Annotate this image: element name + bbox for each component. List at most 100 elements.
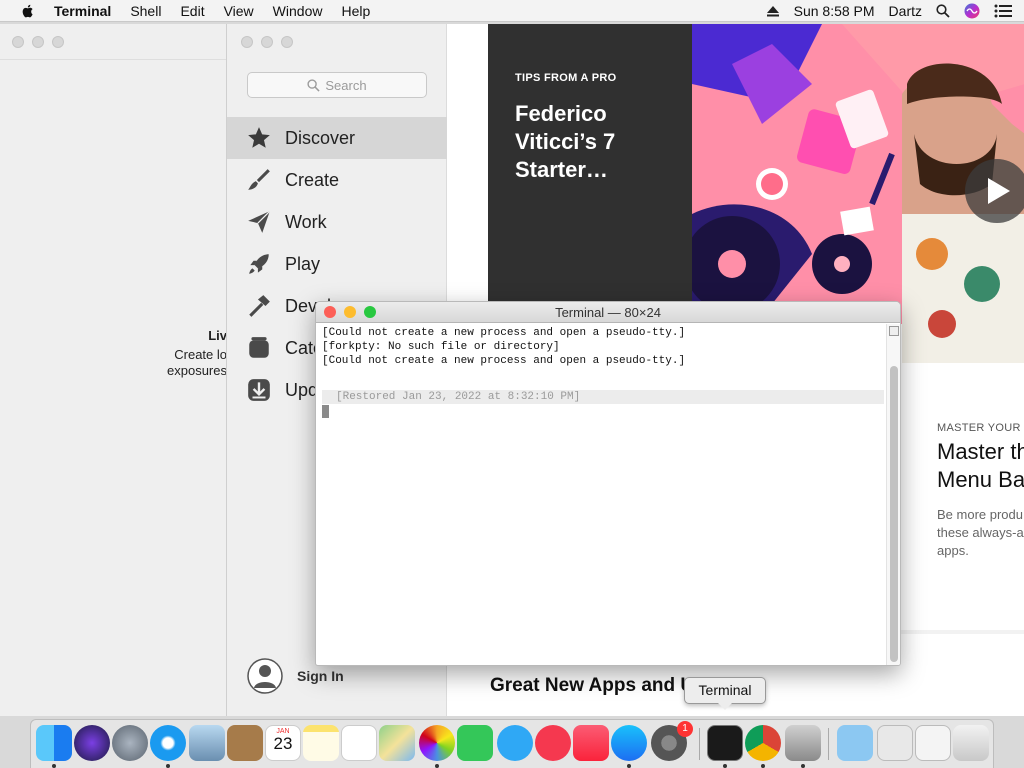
zoom-button[interactable] <box>52 36 64 48</box>
terminal-line: [Could not create a new process and open… <box>322 355 686 367</box>
notification-center-icon[interactable] <box>994 4 1012 18</box>
menubar-user[interactable]: Dartz <box>889 3 922 19</box>
notes-icon[interactable] <box>303 725 339 761</box>
terminal-window[interactable]: Terminal — 80×24 [Could not create a new… <box>315 301 901 666</box>
window-controls <box>324 306 376 318</box>
avatar-icon <box>247 658 283 694</box>
notes-book-icon[interactable] <box>227 725 263 761</box>
close-button[interactable] <box>241 36 253 48</box>
card-title-line2: Menu Ba <box>937 467 1024 492</box>
system-preferences-icon[interactable]: 1 <box>651 721 693 761</box>
scrollbar-thumb[interactable] <box>890 366 898 662</box>
calendar-day: 23 <box>273 734 293 753</box>
featured-story-card[interactable]: TIPS FROM A PRO Federico Viticci’s 7 Sta… <box>488 24 692 304</box>
running-indicator <box>52 764 56 768</box>
star-icon <box>245 124 273 152</box>
search-field[interactable]: Search <box>247 72 427 98</box>
spotlight-icon[interactable] <box>936 4 950 18</box>
menu-edit[interactable]: Edit <box>180 3 204 19</box>
close-button[interactable] <box>324 306 336 318</box>
terminal-title: Terminal — 80×24 <box>555 305 661 320</box>
facetime-icon[interactable] <box>457 725 493 761</box>
zoom-button[interactable] <box>364 306 376 318</box>
news-icon[interactable] <box>535 725 571 761</box>
story-card-menu-bar[interactable]: MASTER YOUR M Master th Menu Ba Be more … <box>917 422 1024 632</box>
siri-app-icon[interactable] <box>74 725 110 761</box>
running-indicator <box>801 764 805 768</box>
window-controls <box>12 36 64 48</box>
terminal-line: [Could not create a new process and open… <box>322 327 686 339</box>
card-desc-line1: Be more produ <box>937 507 1023 522</box>
siri-icon[interactable] <box>964 3 980 19</box>
menubar-clock[interactable]: Sun 8:58 PM <box>794 3 875 19</box>
sidebar-item-label: Work <box>285 211 327 232</box>
card-desc-line3: apps. <box>937 543 969 558</box>
close-button[interactable] <box>12 36 24 48</box>
sidebar-item-label: Upd <box>285 379 319 400</box>
calendar-icon[interactable]: JAN 23 <box>265 725 301 761</box>
card-kicker: MASTER YOUR M <box>937 422 1024 434</box>
minimize-button[interactable] <box>32 36 44 48</box>
chrome-icon[interactable] <box>745 725 781 761</box>
search-placeholder: Search <box>325 77 367 93</box>
terminal-restored-marker: [Restored Jan 23, 2022 at 8:32:10 PM] <box>322 390 884 404</box>
terminal-titlebar[interactable]: Terminal — 80×24 <box>316 302 900 323</box>
running-indicator <box>723 764 727 768</box>
rocket-icon <box>245 250 273 278</box>
card-title-line1: Master th <box>937 439 1024 464</box>
eject-icon[interactable] <box>766 5 780 17</box>
minimize-button[interactable] <box>261 36 273 48</box>
terminal-output[interactable]: [Could not create a new process and open… <box>316 324 888 665</box>
launchpad-icon[interactable] <box>112 725 148 761</box>
sign-in-label: Sign In <box>297 668 344 684</box>
apple-icon[interactable] <box>20 3 36 19</box>
finder-icon[interactable] <box>36 725 72 761</box>
app-store-icon[interactable] <box>611 725 647 761</box>
sidebar-item-play[interactable]: Play <box>227 243 447 285</box>
music-icon[interactable] <box>573 725 609 761</box>
left-heading: Liv <box>208 328 227 343</box>
card-desc-line2: these always-a <box>937 525 1024 540</box>
split-pane-icon[interactable] <box>889 326 899 336</box>
menu-help[interactable]: Help <box>341 3 370 19</box>
maps-icon[interactable] <box>379 725 415 761</box>
trash-icon[interactable] <box>953 725 989 761</box>
hammer-icon <box>245 292 273 320</box>
downloads-folder-icon[interactable] <box>837 725 873 761</box>
running-indicator <box>627 764 631 768</box>
story-title: Federico Viticci’s 7 Starter… <box>515 101 616 182</box>
terminal-line: [forkpty: No such file or directory] <box>322 341 560 353</box>
preview-icon[interactable] <box>189 725 225 761</box>
layers-icon <box>245 334 273 362</box>
sidebar-item-create[interactable]: Create <box>227 159 447 201</box>
running-indicator <box>435 764 439 768</box>
menu-bar: Terminal Shell Edit View Window Help Sun… <box>0 0 1024 22</box>
document-stack-icon[interactable] <box>915 725 951 761</box>
menu-window[interactable]: Window <box>273 3 323 19</box>
menu-app-terminal[interactable]: Terminal <box>54 3 111 19</box>
section-title: Great New Apps and U <box>490 675 695 696</box>
sidebar-item-work[interactable]: Work <box>227 201 447 243</box>
photos-icon[interactable] <box>419 725 455 761</box>
stack-preview-icon[interactable] <box>877 725 913 761</box>
dock-tooltip: Terminal <box>684 677 766 710</box>
download-icon <box>245 376 273 404</box>
safari-icon[interactable] <box>150 725 186 761</box>
minimize-button[interactable] <box>344 306 356 318</box>
zoom-button[interactable] <box>281 36 293 48</box>
menu-view[interactable]: View <box>224 3 254 19</box>
sidebar-item-label: Create <box>285 169 340 190</box>
terminal-scrollbar[interactable] <box>886 324 900 665</box>
menu-shell[interactable]: Shell <box>130 3 161 19</box>
reminders-icon[interactable] <box>341 725 377 761</box>
sidebar-item-label: Play <box>285 253 321 274</box>
utility-icon[interactable] <box>785 725 821 761</box>
left-desc-line1: Create lo <box>174 347 227 362</box>
terminal-app-icon[interactable] <box>707 725 743 761</box>
notification-badge: 1 <box>677 721 693 737</box>
paper-plane-icon <box>245 208 273 236</box>
dock: JAN 23 1 <box>30 719 994 768</box>
sidebar-item-discover[interactable]: Discover <box>227 117 447 159</box>
left-desc-line2: exposures <box>167 363 227 378</box>
messages-icon[interactable] <box>497 725 533 761</box>
